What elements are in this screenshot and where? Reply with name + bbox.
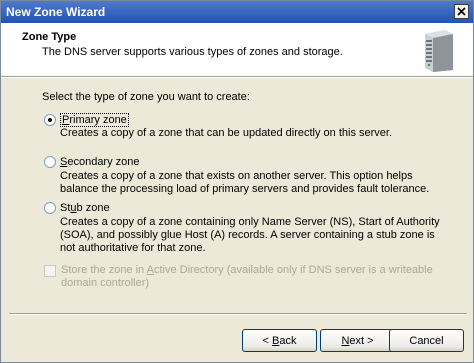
wizard-header: Zone Type The DNS server supports variou… [1, 23, 473, 76]
wizard-window: New Zone Wizard Zone Type The DNS server… [0, 0, 474, 363]
zone-type-prompt: Select the type of zone you want to crea… [42, 91, 250, 103]
close-icon [457, 7, 466, 16]
server-icon [425, 30, 453, 72]
secondary-zone-radio[interactable] [44, 156, 56, 168]
secondary-zone-label[interactable]: Secondary zone [60, 156, 140, 168]
next-button[interactable]: Next > [320, 329, 395, 352]
stub-zone-radio[interactable] [44, 202, 56, 214]
page-title: Zone Type [22, 31, 77, 43]
active-directory-label: Store the zone in Active Directory (avai… [61, 264, 433, 289]
cancel-button[interactable]: Cancel [389, 329, 464, 352]
stub-zone-radio-row[interactable]: Stub zone [44, 202, 110, 214]
footer-separator [9, 313, 467, 315]
primary-zone-radio-row[interactable]: Primary zone [44, 113, 129, 127]
active-directory-checkbox [44, 265, 56, 277]
secondary-zone-description: Creates a copy of a zone that exists on … [60, 170, 430, 195]
primary-zone-description: Creates a copy of a zone that can be upd… [60, 127, 393, 139]
stub-zone-description: Creates a copy of a zone containing only… [60, 216, 440, 254]
header-separator [1, 76, 473, 78]
back-button[interactable]: < Back [242, 329, 317, 352]
primary-zone-label[interactable]: Primary zone [60, 113, 129, 127]
window-title: New Zone Wizard [6, 5, 106, 19]
close-button[interactable] [454, 4, 469, 19]
secondary-zone-radio-row[interactable]: Secondary zone [44, 156, 140, 168]
title-bar[interactable]: New Zone Wizard [1, 1, 473, 23]
radio-dot-icon [48, 118, 52, 122]
stub-zone-label[interactable]: Stub zone [60, 202, 110, 214]
primary-zone-radio[interactable] [44, 114, 56, 126]
page-subtitle: The DNS server supports various types of… [42, 46, 343, 58]
